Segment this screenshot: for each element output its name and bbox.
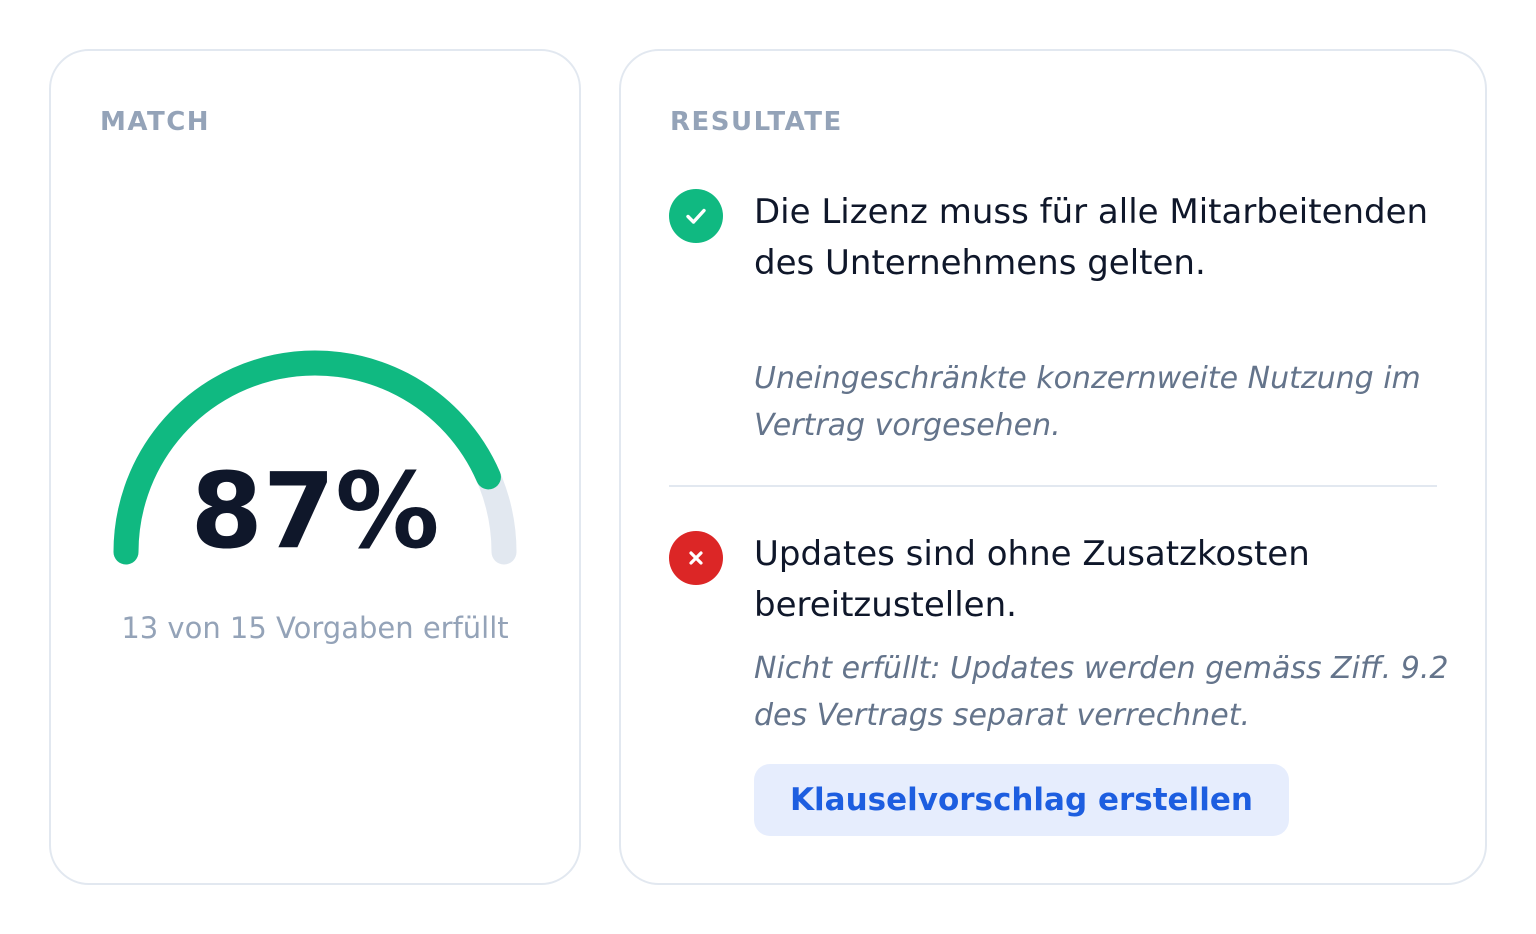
- results-section-label: RESULTATE: [670, 107, 843, 137]
- create-clause-suggestion-button[interactable]: Klauselvorschlag erstellen: [754, 764, 1289, 836]
- result-note: Uneingeschränkte konzernweite Nutzung im…: [754, 361, 1421, 443]
- result-title: Updates sind ohne Zusatzkosten bereitzus…: [754, 534, 1310, 625]
- close-icon: [669, 531, 723, 585]
- match-card: MATCH 87% 13 von 15 Vorgaben erfüllt: [49, 49, 581, 885]
- check-icon: [669, 189, 723, 243]
- divider: [669, 485, 1437, 487]
- results-card: RESULTATE Die Lizenz muss für alle Mitar…: [619, 49, 1487, 885]
- result-title: Die Lizenz muss für alle Mitarbeitenden …: [754, 192, 1429, 283]
- result-note: Nicht erfüllt: Updates werden gemäss Zif…: [754, 651, 1449, 733]
- match-percentage: 87%: [190, 450, 440, 572]
- match-summary: 13 von 15 Vorgaben erfüllt: [121, 611, 509, 645]
